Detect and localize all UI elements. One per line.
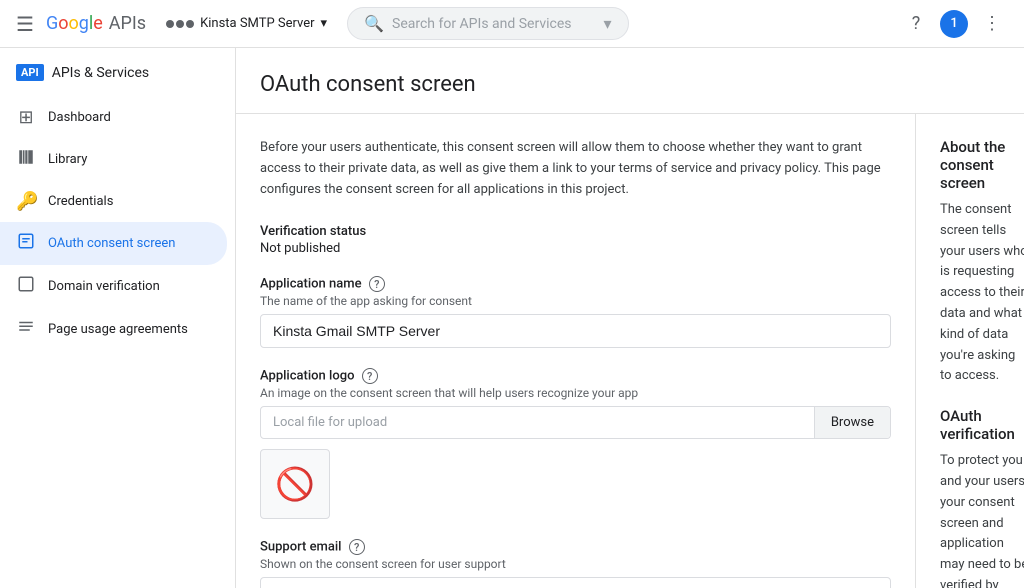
intro-text: Before your users authenticate, this con… (260, 138, 891, 200)
support-email-select[interactable]: crn001@gmail.com (260, 577, 891, 588)
google-logo: Google (46, 13, 103, 34)
dashboard-icon: ⊞ (16, 107, 36, 128)
oauth-intro-text: To protect you and your users, your cons… (940, 451, 1024, 588)
sidebar-item-label: OAuth consent screen (48, 236, 175, 251)
support-email-group: Support email ? Shown on the consent scr… (260, 539, 891, 588)
sidebar: API APIs & Services ⊞ Dashboard Library … (0, 48, 236, 588)
page-title: OAuth consent screen (260, 72, 1000, 97)
info-section: About the consent screen The consent scr… (916, 114, 1024, 588)
api-badge: API (16, 64, 44, 81)
project-dropdown-icon: ▾ (321, 16, 328, 31)
application-logo-group: Application logo ? An image on the conse… (260, 368, 891, 519)
sidebar-item-label: Domain verification (48, 279, 160, 294)
sidebar-item-label: Library (48, 152, 87, 167)
logo-upload-row: Local file for upload Browse (260, 406, 891, 439)
layout: API APIs & Services ⊞ Dashboard Library … (0, 48, 1024, 588)
search-icon: 🔍 (364, 14, 384, 33)
consent-screen-heading: About the consent screen (940, 138, 1024, 192)
sidebar-item-label: Credentials (48, 194, 113, 209)
application-name-input[interactable] (260, 314, 891, 348)
search-input[interactable]: Search for APIs and Services (392, 16, 596, 32)
project-icon (166, 20, 194, 28)
content-body: Before your users authenticate, this con… (236, 114, 1024, 588)
application-name-label: Application name ? (260, 276, 891, 292)
avatar[interactable]: 1 (940, 10, 968, 38)
application-name-group: Application name ? The name of the app a… (260, 276, 891, 348)
logo-upload-placeholder: Local file for upload (261, 407, 814, 438)
form-section: Before your users authenticate, this con… (236, 114, 916, 588)
library-icon (16, 148, 36, 171)
sidebar-nav: ⊞ Dashboard Library 🔑 Credentials OAuth … (0, 89, 235, 359)
more-button[interactable]: ⋮ (976, 8, 1008, 40)
no-image-icon: 🚫 (275, 465, 315, 503)
sidebar-item-domain-verification[interactable]: Domain verification (0, 265, 227, 308)
oauth-verification-heading: OAuth verification (940, 407, 1024, 443)
help-button[interactable]: ? (900, 8, 932, 40)
main-content: OAuth consent screen Before your users a… (236, 48, 1024, 588)
oauth-consent-icon (16, 232, 36, 255)
sidebar-item-oauth-consent[interactable]: OAuth consent screen (0, 222, 227, 265)
search-dropdown-icon: ▾ (604, 14, 612, 33)
consent-screen-text: The consent screen tells your users who … (940, 200, 1024, 387)
verification-status-group: Verification status Not published (260, 224, 891, 256)
sidebar-item-credentials[interactable]: 🔑 Credentials (0, 181, 227, 222)
support-email-help-icon[interactable]: ? (349, 539, 365, 555)
project-name: Kinsta SMTP Server (200, 16, 314, 31)
verification-status-value: Not published (260, 241, 891, 256)
support-email-label: Support email ? (260, 539, 891, 555)
sidebar-item-page-usage[interactable]: Page usage agreements (0, 308, 227, 351)
topbar-actions: ? 1 ⋮ (900, 8, 1008, 40)
application-name-sublabel: The name of the app asking for consent (260, 294, 891, 308)
credentials-icon: 🔑 (16, 191, 36, 212)
content-header: OAuth consent screen (236, 48, 1024, 114)
sidebar-item-label: Dashboard (48, 110, 111, 125)
project-selector[interactable]: Kinsta SMTP Server ▾ (158, 12, 335, 35)
application-logo-label: Application logo ? (260, 368, 891, 384)
search-bar[interactable]: 🔍 Search for APIs and Services ▾ (347, 7, 628, 40)
sidebar-title: APIs & Services (52, 65, 149, 81)
apis-label: APIs (109, 13, 146, 34)
application-name-help-icon[interactable]: ? (369, 276, 385, 292)
sidebar-item-label: Page usage agreements (48, 322, 188, 337)
support-email-sublabel: Shown on the consent screen for user sup… (260, 557, 891, 571)
verification-status-label: Verification status (260, 224, 891, 239)
application-logo-sublabel: An image on the consent screen that will… (260, 386, 891, 400)
support-email-select-wrapper: crn001@gmail.com (260, 577, 891, 588)
sidebar-header: API APIs & Services (0, 48, 235, 89)
menu-icon[interactable]: ☰ (16, 12, 34, 36)
page-usage-icon (16, 318, 36, 341)
domain-verification-icon (16, 275, 36, 298)
topbar: ☰ Google APIs Kinsta SMTP Server ▾ 🔍 Sea… (0, 0, 1024, 48)
application-logo-help-icon[interactable]: ? (362, 368, 378, 384)
google-apis-logo: Google APIs (46, 13, 146, 34)
logo-preview: 🚫 (260, 449, 330, 519)
browse-button[interactable]: Browse (814, 407, 890, 438)
sidebar-item-dashboard[interactable]: ⊞ Dashboard (0, 97, 227, 138)
sidebar-item-library[interactable]: Library (0, 138, 227, 181)
